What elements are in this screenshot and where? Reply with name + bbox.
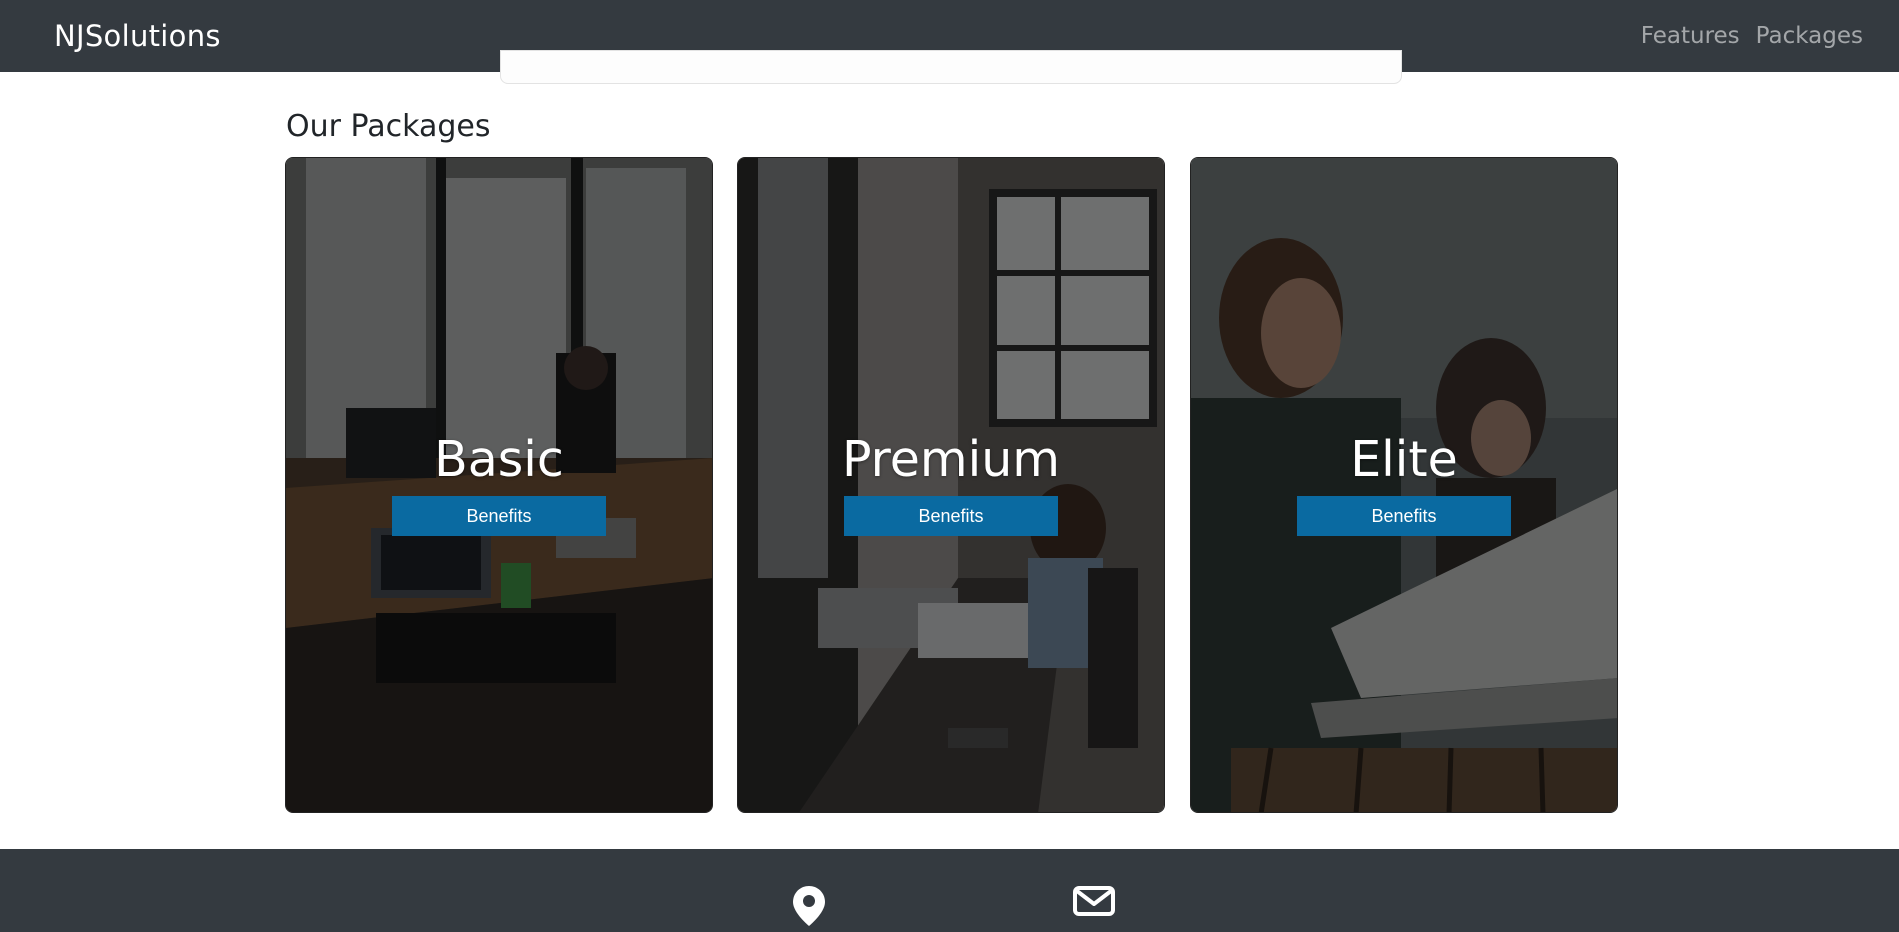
package-title-premium: Premium bbox=[841, 431, 1061, 488]
package-title-basic: Basic bbox=[434, 431, 564, 488]
page-footer bbox=[0, 849, 1899, 932]
nav-link-features[interactable]: Features bbox=[1641, 23, 1740, 49]
package-title-elite: Elite bbox=[1350, 431, 1458, 488]
scrolled-content-card bbox=[500, 50, 1402, 84]
nav-link-packages[interactable]: Packages bbox=[1756, 23, 1863, 49]
package-card-premium: Premium Benefits bbox=[737, 157, 1165, 813]
envelope-icon bbox=[1073, 886, 1115, 916]
map-marker-icon bbox=[793, 886, 825, 926]
packages-section-title: Our Packages bbox=[286, 109, 491, 144]
benefits-button-premium[interactable]: Benefits bbox=[844, 496, 1058, 536]
benefits-button-elite[interactable]: Benefits bbox=[1297, 496, 1511, 536]
package-card-elite: Elite Benefits bbox=[1190, 157, 1618, 813]
nav-links: Features Packages bbox=[1641, 23, 1863, 49]
benefits-button-basic[interactable]: Benefits bbox=[392, 496, 606, 536]
brand-logo-link[interactable]: NJSolutions bbox=[54, 19, 221, 53]
package-card-basic: Basic Benefits bbox=[285, 157, 713, 813]
